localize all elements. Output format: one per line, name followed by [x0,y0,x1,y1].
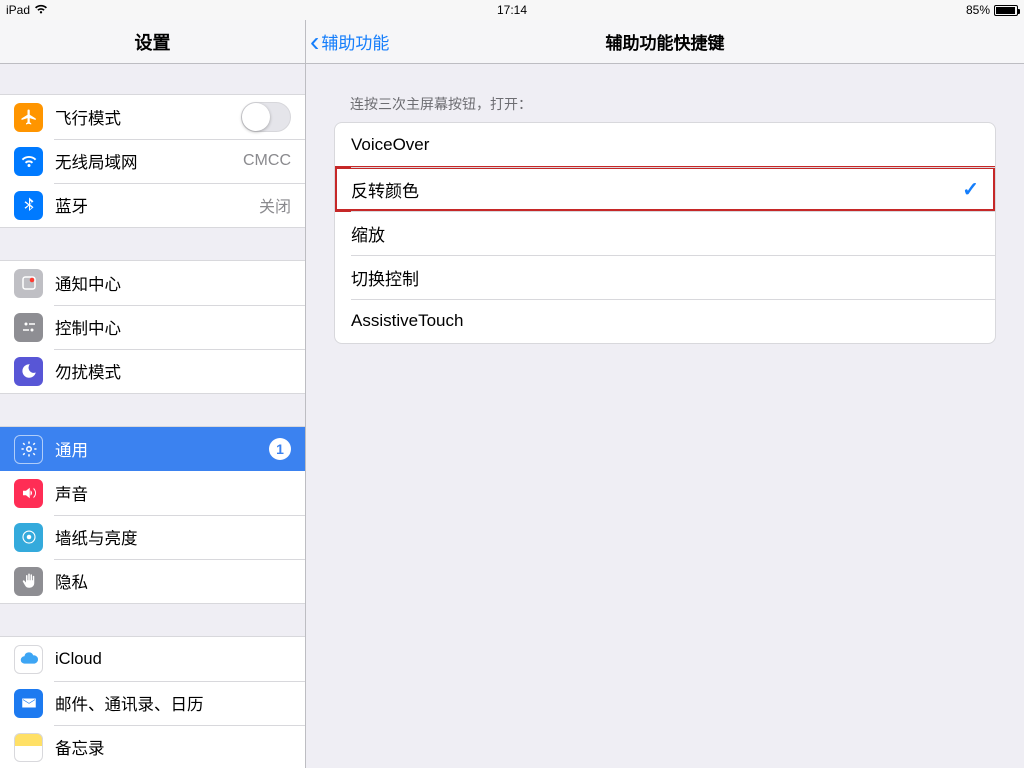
back-label: 辅助功能 [321,29,389,54]
section-header: 连按三次主屏幕按钮，打开： [334,64,996,122]
airplane-switch[interactable] [241,102,291,132]
page-title: 辅助功能快捷键 [606,29,725,54]
chevron-left-icon: ‹ [310,28,319,56]
sidebar-item-sound[interactable]: 声音 [0,471,305,515]
sidebar-item-label: 声音 [55,481,305,505]
settings-sidebar: 设置 飞行模式 无线局域网 CMCC 蓝牙 关闭 [0,20,306,768]
sidebar-item-label: iCloud [55,650,305,669]
airplane-icon [14,103,43,132]
sidebar-item-label: 飞行模式 [55,105,241,129]
sidebar-item-airplane[interactable]: 飞行模式 [0,95,305,139]
mail-icon [14,689,43,718]
sidebar-item-privacy[interactable]: 隐私 [0,559,305,603]
wifi-value: CMCC [243,152,291,170]
option-voiceover[interactable]: VoiceOver [335,123,995,167]
option-label: AssistiveTouch [351,311,463,331]
wifi-icon [34,3,48,17]
sidebar-group-2: 通知中心 控制中心 勿扰模式 [0,260,305,394]
option-label: 缩放 [351,221,385,246]
back-button[interactable]: ‹ 辅助功能 [306,28,389,56]
battery-icon [994,5,1018,16]
sidebar-item-label: 通用 [55,437,269,461]
control-center-icon [14,313,43,342]
notifications-icon [14,269,43,298]
sidebar-item-control-center[interactable]: 控制中心 [0,305,305,349]
sidebar-item-notes[interactable]: 备忘录 [0,725,305,768]
sidebar-item-bluetooth[interactable]: 蓝牙 关闭 [0,183,305,227]
hand-icon [14,567,43,596]
option-label: 切换控制 [351,265,419,290]
option-label: VoiceOver [351,135,429,155]
option-zoom[interactable]: 缩放 [335,211,995,255]
dnd-icon [14,357,43,386]
sidebar-item-label: 邮件、通讯录、日历 [55,691,305,715]
sidebar-item-label: 勿扰模式 [55,359,305,383]
sidebar-item-label: 墙纸与亮度 [55,525,305,549]
option-label: 反转颜色 [351,177,419,202]
options-table: VoiceOver 反转颜色 ✓ 缩放 切换控制 AssistiveTouch [334,122,996,344]
sidebar-item-icloud[interactable]: iCloud [0,637,305,681]
sidebar-item-notifications[interactable]: 通知中心 [0,261,305,305]
general-badge: 1 [269,438,291,460]
cloud-icon [14,645,43,674]
bluetooth-icon [14,191,43,220]
sidebar-group-1: 飞行模式 无线局域网 CMCC 蓝牙 关闭 [0,94,305,228]
detail-header: ‹ 辅助功能 辅助功能快捷键 [306,20,1024,64]
sidebar-item-dnd[interactable]: 勿扰模式 [0,349,305,393]
sidebar-item-wifi[interactable]: 无线局域网 CMCC [0,139,305,183]
option-assistivetouch[interactable]: AssistiveTouch [335,299,995,343]
sidebar-title: 设置 [135,29,171,55]
sidebar-item-label: 无线局域网 [55,149,243,173]
gear-icon [14,435,43,464]
detail-pane: ‹ 辅助功能 辅助功能快捷键 连按三次主屏幕按钮，打开： VoiceOver 反… [306,20,1024,768]
sidebar-item-mail[interactable]: 邮件、通讯录、日历 [0,681,305,725]
sidebar-item-label: 隐私 [55,569,305,593]
sidebar-item-label: 控制中心 [55,315,305,339]
sidebar-item-label: 通知中心 [55,271,305,295]
sidebar-group-3: 通用 1 声音 墙纸与亮度 隐私 [0,426,305,604]
bluetooth-value: 关闭 [259,193,291,217]
speaker-icon [14,479,43,508]
sidebar-group-4: iCloud 邮件、通讯录、日历 备忘录 [0,636,305,768]
status-bar: iPad 17:14 85% [0,0,1024,20]
status-device: iPad [6,3,30,17]
sidebar-scroll[interactable]: 飞行模式 无线局域网 CMCC 蓝牙 关闭 通知中心 [0,64,305,768]
option-switch-control[interactable]: 切换控制 [335,255,995,299]
sidebar-item-wallpaper[interactable]: 墙纸与亮度 [0,515,305,559]
wallpaper-icon [14,523,43,552]
wifi-settings-icon [14,147,43,176]
notes-icon [14,733,43,762]
checkmark-icon: ✓ [962,177,979,202]
sidebar-header: 设置 [0,20,305,64]
status-time: 17:14 [497,3,527,17]
sidebar-item-label: 备忘录 [55,735,305,759]
option-invert-colors[interactable]: 反转颜色 ✓ [335,167,995,211]
sidebar-item-general[interactable]: 通用 1 [0,427,305,471]
status-battery-pct: 85% [966,3,990,17]
sidebar-item-label: 蓝牙 [55,193,259,217]
